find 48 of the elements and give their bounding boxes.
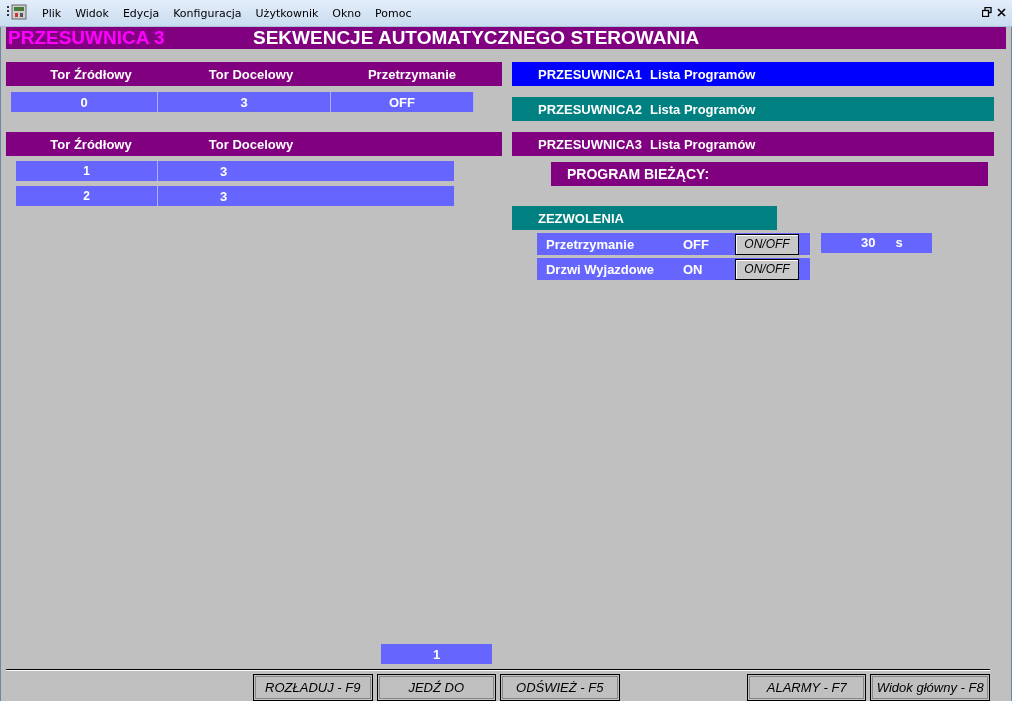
toggle-button[interactable]: ON/OFF xyxy=(735,233,799,255)
menu-item[interactable]: Widok xyxy=(68,6,116,20)
function-button[interactable]: ODŚWIEŻ - F5 xyxy=(500,674,620,701)
function-button[interactable]: Widok główny - F8 xyxy=(870,674,990,701)
time-field[interactable]: 30 s xyxy=(821,232,932,253)
function-button[interactable]: ALARMY - F7 xyxy=(747,674,867,701)
table-cell: 0 xyxy=(11,92,158,112)
current-program-label: PROGRAM BIEŻĄCY: xyxy=(551,162,988,186)
column-header: Tor Docelowy xyxy=(207,136,295,152)
menu-item[interactable]: Plik xyxy=(35,6,69,20)
column-header: Tor Źródłowy xyxy=(49,136,133,152)
menu-item[interactable]: Okno xyxy=(325,6,369,20)
program-list-bar[interactable]: PRZESUWNICA2 Lista Programów xyxy=(512,97,994,121)
list-label: Lista Programów xyxy=(650,66,756,82)
program-list-bar[interactable]: PRZESUWNICA3 Lista Programów xyxy=(512,132,994,156)
permissions-header: ZEZWOLENIA xyxy=(512,206,777,230)
table-cell-text: 3 xyxy=(219,162,229,181)
permission-label: Przetrzymanie xyxy=(546,236,636,252)
list-label: Lista Programów xyxy=(650,101,756,117)
device-label: PRZESUWNICA2 xyxy=(538,101,642,117)
column-header: Tor Źródłowy xyxy=(49,66,133,82)
menu-item[interactable]: Edycja xyxy=(115,6,167,20)
close-icon[interactable] xyxy=(997,7,1006,17)
device-title: PRZESUWNICA 3 xyxy=(7,27,166,49)
table-cell: 3 xyxy=(158,92,331,112)
table-cell: 1 xyxy=(16,161,158,181)
program-list-bar[interactable]: PRZESUWNICA1 Lista Programów xyxy=(512,62,994,86)
table-cell: OFF xyxy=(331,92,474,112)
screen-title: SEKWENCJE AUTOMATYCZNEGO STEROWANIA xyxy=(253,27,700,49)
permission-state: OFF xyxy=(683,236,710,252)
menu-item[interactable]: Konfiguracja xyxy=(166,6,249,20)
table-cell: 2 xyxy=(16,186,158,206)
list-label: Lista Programów xyxy=(650,136,756,152)
device-label: PRZESUWNICA1 xyxy=(538,66,642,82)
restore-icon[interactable] xyxy=(982,6,992,17)
table-cell-text: 3 xyxy=(219,187,229,206)
permission-state: ON xyxy=(683,261,704,277)
toggle-button[interactable]: ON/OFF xyxy=(735,258,799,280)
device-label: PRZESUWNICA3 xyxy=(538,136,642,152)
menu-item[interactable]: Użytkownik xyxy=(248,6,326,20)
function-button[interactable]: ROZŁADUJ - F9 xyxy=(253,674,373,701)
column-header: Tor Docelowy xyxy=(207,66,295,82)
function-button[interactable]: JEDŹ DO xyxy=(376,674,496,701)
page-number: 1 xyxy=(381,644,492,664)
app-icon[interactable] xyxy=(7,3,27,20)
column-header: Przetrzymanie xyxy=(366,66,458,82)
menu-item[interactable]: Pomoc xyxy=(368,6,419,20)
permission-label: Drzwi Wyjazdowe xyxy=(546,261,656,277)
